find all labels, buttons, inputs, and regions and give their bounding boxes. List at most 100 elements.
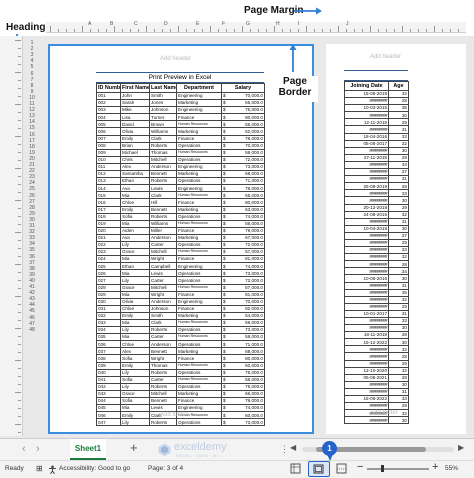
column-letter[interactable]: A bbox=[88, 21, 91, 27]
ruler-tick bbox=[90, 29, 91, 32]
row-number[interactable]: 35 bbox=[22, 247, 42, 253]
normal-view-icon[interactable] bbox=[290, 463, 301, 476]
row-number[interactable]: 10 bbox=[22, 95, 42, 101]
table-cell: 73,000.0 bbox=[228, 269, 265, 278]
scroll-left-icon[interactable]: ◀ bbox=[290, 443, 296, 452]
table-cell: 20-12-2018 bbox=[344, 203, 389, 212]
row-number[interactable]: 36 bbox=[22, 254, 42, 260]
row-number[interactable]: 23 bbox=[22, 174, 42, 180]
row-number[interactable]: 31 bbox=[22, 223, 42, 229]
zoom-level[interactable]: 55% bbox=[445, 465, 458, 472]
tab-bar-options[interactable]: ⋮ bbox=[280, 444, 289, 455]
row-number[interactable]: 24 bbox=[22, 180, 42, 186]
ruler-tick bbox=[18, 272, 21, 273]
ruler-tick bbox=[15, 136, 21, 137]
page-1[interactable]: Add header Print Preview in Excel ID Num… bbox=[48, 44, 314, 434]
table-row: ######### 32 bbox=[344, 345, 409, 354]
row-number[interactable]: 27 bbox=[22, 199, 42, 205]
row-number[interactable]: 20 bbox=[22, 156, 42, 162]
table-row: ######### 31 bbox=[344, 125, 409, 134]
row-number[interactable]: 2 bbox=[22, 46, 42, 52]
row-number[interactable]: 19 bbox=[22, 150, 42, 156]
row-number[interactable]: 32 bbox=[22, 229, 42, 235]
column-letter[interactable]: G bbox=[246, 21, 250, 27]
row-number[interactable]: 4 bbox=[22, 58, 42, 64]
tab-sheet1[interactable]: Sheet1 bbox=[70, 439, 106, 460]
row-number[interactable]: 7 bbox=[22, 77, 42, 83]
row-number[interactable]: 47 bbox=[22, 321, 42, 327]
row-number[interactable]: 37 bbox=[22, 260, 42, 266]
row-number[interactable]: 34 bbox=[22, 241, 42, 247]
ruler-tick bbox=[442, 29, 443, 32]
accessibility-status[interactable]: Accessibility: Good to go bbox=[59, 465, 130, 472]
row-number[interactable]: 15 bbox=[22, 125, 42, 131]
scroll-tabs-right-button[interactable]: › bbox=[36, 443, 40, 455]
scroll-right-icon[interactable]: ▶ bbox=[458, 443, 464, 452]
row-number[interactable]: 12 bbox=[22, 107, 42, 113]
page-layout-view-button[interactable] bbox=[308, 461, 330, 477]
row-number[interactable]: 48 bbox=[22, 327, 42, 333]
table-row: 003 Mike Johnson Engineering $75,000.0 bbox=[96, 106, 265, 115]
row-number[interactable]: 16 bbox=[22, 132, 42, 138]
row-number[interactable]: 39 bbox=[22, 272, 42, 278]
row-number[interactable]: 41 bbox=[22, 284, 42, 290]
row-number[interactable]: 25 bbox=[22, 186, 42, 192]
row-number[interactable]: 17 bbox=[22, 138, 42, 144]
page-2[interactable]: Add header Joining Date Age 15-05-2018 32 #… bbox=[326, 44, 466, 434]
column-letter[interactable]: J bbox=[346, 21, 349, 27]
zoom-slider[interactable] bbox=[367, 465, 429, 472]
ruler-tick bbox=[258, 29, 259, 32]
macro-record-icon[interactable]: ⊞ bbox=[36, 464, 43, 473]
row-number[interactable]: 8 bbox=[22, 83, 42, 89]
row-number[interactable]: 5 bbox=[22, 64, 42, 70]
row-number[interactable]: 14 bbox=[22, 119, 42, 125]
row-number[interactable]: 29 bbox=[22, 211, 42, 217]
column-letter[interactable]: B bbox=[110, 21, 113, 27]
footer-placeholder[interactable]: Add footer bbox=[160, 412, 188, 418]
row-number[interactable]: 3 bbox=[22, 52, 42, 58]
footer-placeholder-2[interactable]: Add footer bbox=[370, 410, 398, 416]
column-letter[interactable]: E bbox=[196, 21, 199, 27]
zoom-in-button[interactable]: + bbox=[432, 461, 438, 473]
row-number[interactable]: 43 bbox=[22, 296, 42, 302]
row-number[interactable]: 11 bbox=[22, 101, 42, 107]
row-number[interactable]: 26 bbox=[22, 193, 42, 199]
table-cell: Human Resources bbox=[176, 219, 222, 228]
zoom-slider-thumb[interactable] bbox=[381, 465, 384, 472]
header-placeholder-2[interactable]: Add header bbox=[370, 54, 401, 60]
row-number[interactable]: 1 bbox=[22, 40, 42, 46]
table-cell: ######### bbox=[344, 217, 389, 226]
table-cell: Ava bbox=[120, 233, 150, 242]
add-sheet-button[interactable]: + bbox=[130, 440, 138, 455]
column-letter[interactable]: D bbox=[164, 21, 168, 27]
table-cell: 012 bbox=[96, 170, 121, 179]
row-number[interactable]: 46 bbox=[22, 315, 42, 321]
column-letter[interactable]: F bbox=[222, 21, 225, 27]
row-number[interactable]: 22 bbox=[22, 168, 42, 174]
header-placeholder[interactable]: Add header bbox=[160, 56, 191, 62]
zoom-out-button[interactable]: − bbox=[357, 461, 363, 473]
row-number[interactable]: 18 bbox=[22, 144, 42, 150]
column-letter[interactable]: I bbox=[298, 21, 299, 27]
scroll-tabs-left-button[interactable]: ‹ bbox=[22, 443, 26, 455]
row-number[interactable]: 40 bbox=[22, 278, 42, 284]
row-number[interactable]: 9 bbox=[22, 89, 42, 95]
row-number[interactable]: 45 bbox=[22, 308, 42, 314]
row-number[interactable]: 30 bbox=[22, 217, 42, 223]
status-bar: Ready ⊞ Accessibility: Good to go Page: … bbox=[0, 460, 474, 478]
column-letter[interactable]: H bbox=[276, 21, 280, 27]
ruler-tick bbox=[322, 29, 323, 32]
row-number[interactable]: 42 bbox=[22, 290, 42, 296]
table-row: ######### 30 bbox=[344, 111, 409, 120]
row-number[interactable]: 6 bbox=[22, 71, 42, 77]
row-number[interactable]: 21 bbox=[22, 162, 42, 168]
page-break-preview-icon[interactable] bbox=[336, 463, 347, 476]
row-ruler bbox=[0, 36, 23, 436]
row-number[interactable]: 38 bbox=[22, 266, 42, 272]
row-number[interactable]: 13 bbox=[22, 113, 42, 119]
row-number[interactable]: 28 bbox=[22, 205, 42, 211]
column-letter[interactable]: C bbox=[134, 21, 138, 27]
accessibility-icon[interactable] bbox=[48, 465, 57, 474]
row-number[interactable]: 33 bbox=[22, 235, 42, 241]
row-number[interactable]: 44 bbox=[22, 302, 42, 308]
